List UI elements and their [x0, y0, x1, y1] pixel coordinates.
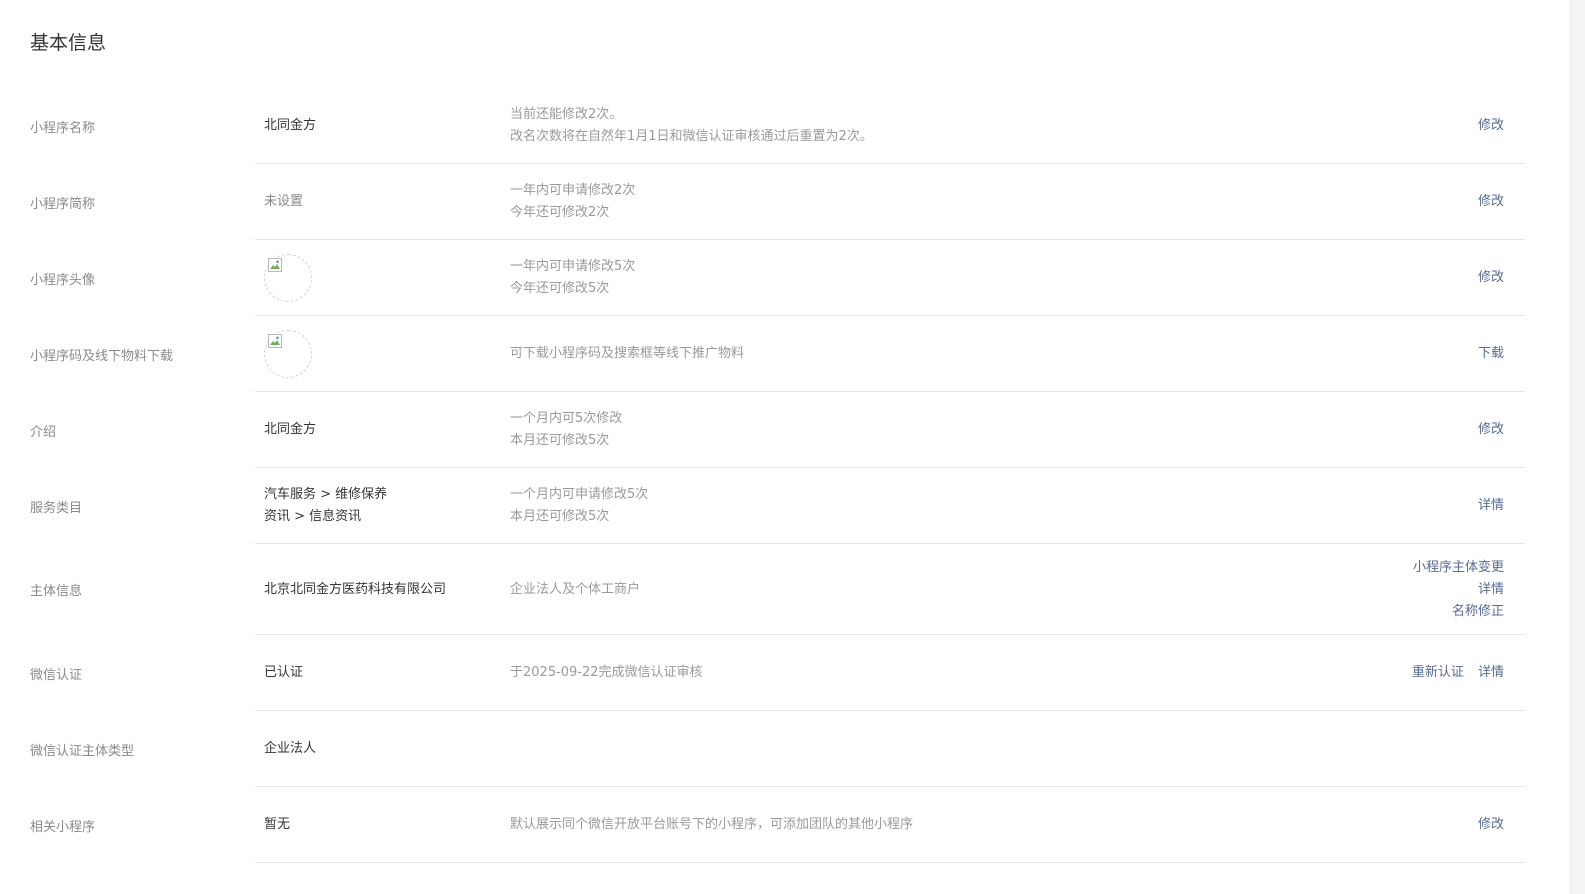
row-qrcode-download: 小程序码及线下物料下载 可下载小程序码及搜索框等线下推广物料 下载 [0, 316, 1569, 392]
row-value: 北京北同金方医药科技有限公司 [264, 581, 447, 597]
row-value: 企业法人 [264, 741, 317, 756]
scrollbar-track[interactable] [1569, 0, 1585, 894]
row-label: 主体信息 [30, 584, 83, 599]
section-title: 基本信息 [30, 32, 107, 54]
row-wechat-verification: 微信认证 已认证 于2025-09-22完成微信认证审核 重新认证 详情 [0, 635, 1569, 711]
row-value: 未设置 [264, 194, 304, 209]
row-description: 当前还能修改2次。 改名次数将在自然年1月1日和微信认证审核通过后重置为2次。 [503, 104, 1309, 148]
row-description: 可下载小程序码及搜索框等线下推广物料 [503, 343, 1309, 365]
row-label: 小程序头像 [30, 272, 96, 288]
modify-short-name-link[interactable]: 修改 [1478, 194, 1504, 209]
row-value: 已认证 [264, 665, 304, 680]
row-label: 微信认证主体类型 [30, 743, 135, 759]
info-table: 小程序名称 北同金方 当前还能修改2次。 改名次数将在自然年1月1日和微信认证审… [0, 88, 1569, 863]
row-description: 于2025-09-22完成微信认证审核 [503, 662, 1309, 684]
description-line: 企业法人及个体工商户 [510, 581, 641, 597]
row-label: 服务类目 [30, 500, 83, 516]
row-label: 微信认证 [30, 667, 83, 683]
row-introduction: 介绍 北同金方 一个月内可5次修改 本月还可修改5次 修改 [0, 392, 1569, 468]
reverify-link[interactable]: 重新认证 [1412, 665, 1464, 680]
row-description: 企业法人及个体工商户 [503, 579, 1309, 601]
modify-introduction-link[interactable]: 修改 [1478, 422, 1504, 437]
entity-change-link[interactable]: 小程序主体变更 [1309, 557, 1504, 579]
row-actions: 修改 [1309, 267, 1569, 289]
row-actions: 修改 [1309, 115, 1569, 137]
description-line: 今年还可修改5次 [510, 281, 610, 296]
row-value [255, 330, 503, 378]
modify-related-link[interactable]: 修改 [1478, 817, 1504, 832]
row-actions: 重新认证 详情 [1309, 662, 1569, 684]
broken-image-icon [268, 258, 282, 272]
row-short-name: 小程序简称 未设置 一年内可申请修改2次 今年还可修改2次 修改 [0, 164, 1569, 240]
avatar-image [264, 254, 312, 302]
row-entity-info: 主体信息 北京北同金方医药科技有限公司 企业法人及个体工商户 小程序主体变更 详… [0, 544, 1569, 635]
row-label: 小程序名称 [30, 120, 96, 136]
row-mini-program-name: 小程序名称 北同金方 当前还能修改2次。 改名次数将在自然年1月1日和微信认证审… [0, 88, 1569, 164]
row-actions: 详情 [1309, 495, 1569, 517]
row-actions: 修改 [1309, 814, 1569, 836]
row-label: 相关小程序 [30, 819, 96, 835]
row-related-mini-programs: 相关小程序 暂无 默认展示同个微信开放平台账号下的小程序，可添加团队的其他小程序… [0, 787, 1569, 863]
basic-info-page: 基本信息 小程序名称 北同金方 当前还能修改2次。 改名次数将在自然年1月1日和… [0, 0, 1585, 894]
name-correction-link[interactable]: 名称修正 [1309, 601, 1504, 623]
broken-image-icon [268, 334, 282, 348]
category-line: 汽车服务 > 维修保养 [264, 487, 388, 502]
description-line: 本月还可修改5次 [510, 509, 610, 524]
description-line: 当前还能修改2次。 [510, 107, 623, 122]
description-line: 于2025-09-22完成微信认证审核 [510, 665, 703, 680]
description-line: 一年内可申请修改5次 [510, 259, 636, 274]
category-line: 资讯 > 信息资讯 [264, 509, 362, 524]
description-line: 一个月内可申请修改5次 [510, 487, 649, 502]
row-avatar: 小程序头像 一年内可申请修改5次 今年还可修改5次 修改 [0, 240, 1569, 316]
description-line: 默认展示同个微信开放平台账号下的小程序，可添加团队的其他小程序 [510, 817, 914, 832]
description-line: 一年内可申请修改2次 [510, 183, 636, 198]
row-value [255, 254, 503, 302]
row-value: 汽车服务 > 维修保养 资讯 > 信息资讯 [255, 484, 503, 528]
row-actions: 修改 [1309, 191, 1569, 213]
description-line: 一个月内可5次修改 [510, 411, 623, 426]
row-value: 暂无 [264, 817, 291, 832]
row-description: 默认展示同个微信开放平台账号下的小程序，可添加团队的其他小程序 [503, 814, 1309, 836]
row-actions: 小程序主体变更 详情 名称修正 [1309, 557, 1569, 623]
download-link[interactable]: 下载 [1478, 346, 1504, 361]
row-value: 北同金方 [264, 118, 317, 133]
description-line: 改名次数将在自然年1月1日和微信认证审核通过后重置为2次。 [510, 129, 873, 144]
row-label: 介绍 [30, 424, 57, 440]
description-line: 今年还可修改2次 [510, 205, 610, 220]
row-service-category: 服务类目 汽车服务 > 维修保养 资讯 > 信息资讯 一个月内可申请修改5次 本… [0, 468, 1569, 544]
row-description: 一年内可申请修改5次 今年还可修改5次 [503, 256, 1309, 300]
qrcode-image [264, 330, 312, 378]
description-line: 本月还可修改5次 [510, 433, 610, 448]
row-actions: 下载 [1309, 343, 1569, 365]
row-value: 北同金方 [264, 422, 317, 437]
modify-avatar-link[interactable]: 修改 [1478, 270, 1504, 285]
category-detail-link[interactable]: 详情 [1478, 498, 1504, 513]
row-verification-entity-type: 微信认证主体类型 企业法人 [0, 711, 1569, 787]
description-line: 可下载小程序码及搜索框等线下推广物料 [510, 346, 745, 361]
verification-detail-link[interactable]: 详情 [1478, 665, 1504, 680]
row-description: 一年内可申请修改2次 今年还可修改2次 [503, 180, 1309, 224]
row-description: 一个月内可5次修改 本月还可修改5次 [503, 408, 1309, 452]
modify-name-link[interactable]: 修改 [1478, 118, 1504, 133]
row-description: 一个月内可申请修改5次 本月还可修改5次 [503, 484, 1309, 528]
row-actions: 修改 [1309, 419, 1569, 441]
row-label: 小程序简称 [30, 196, 96, 212]
row-label: 小程序码及线下物料下载 [30, 348, 174, 364]
entity-detail-link[interactable]: 详情 [1309, 579, 1504, 601]
